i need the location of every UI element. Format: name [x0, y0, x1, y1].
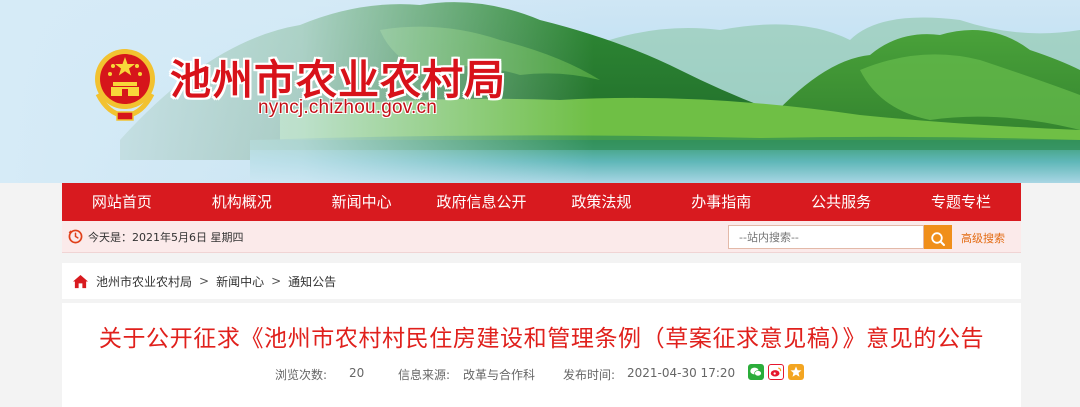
breadcrumb-separator: > [271, 274, 282, 288]
breadcrumb-item-home[interactable]: 池州市农业农村局 [96, 273, 192, 290]
source-value: 改革与合作科 [463, 368, 536, 382]
nav-item-news[interactable]: 新闻中心 [302, 183, 422, 221]
nav-item-organization[interactable]: 机构概况 [182, 183, 302, 221]
breadcrumb-item-news[interactable]: 新闻中心 [216, 273, 264, 290]
nav-item-public-service[interactable]: 公共服务 [781, 183, 901, 221]
publish-time-label: 发布时间: [563, 368, 616, 382]
weibo-icon[interactable] [768, 364, 784, 380]
nav-item-guide[interactable]: 办事指南 [661, 183, 781, 221]
main-nav: 网站首页 机构概况 新闻中心 政府信息公开 政策法规 办事指南 公共服务 专题专… [62, 183, 1021, 221]
breadcrumb: 池州市农业农村局 > 新闻中心 > 通知公告 [62, 263, 1021, 299]
clock-icon [68, 229, 83, 244]
views-label: 浏览次数: [275, 368, 328, 382]
article-container: 关于公开征求《池州市农村村民住房建设和管理条例（草案征求意见稿）》意见的公告 浏… [62, 303, 1021, 407]
views-count: 20 [349, 366, 365, 380]
advanced-search-link[interactable]: 高级搜索 [961, 230, 1005, 246]
source-label: 信息来源: [398, 368, 451, 382]
nav-item-gov-info[interactable]: 政府信息公开 [422, 183, 542, 221]
national-emblem-icon [95, 49, 155, 121]
search-button[interactable] [924, 225, 952, 249]
current-date: 今天是：2021年5月6日 星期四 [88, 231, 244, 244]
wechat-icon[interactable] [748, 364, 764, 380]
search-icon [931, 231, 945, 246]
publish-time-value: 2021-04-30 17:20 [627, 366, 736, 380]
site-domain: nyncj.chizhou.gov.cn [258, 97, 437, 118]
breadcrumb-item-notices[interactable]: 通知公告 [288, 273, 336, 290]
nav-item-home[interactable]: 网站首页 [62, 183, 182, 221]
star-icon[interactable] [788, 364, 804, 380]
landscape-background [0, 0, 1080, 183]
article-title: 关于公开征求《池州市农村村民住房建设和管理条例（草案征求意见稿）》意见的公告 [98, 326, 985, 352]
breadcrumb-separator: > [199, 274, 210, 288]
info-bar: 今天是：2021年5月6日 星期四 高级搜索 [62, 221, 1021, 253]
home-icon [73, 274, 88, 288]
site-search-input[interactable] [728, 225, 924, 249]
nav-item-topics[interactable]: 专题专栏 [901, 183, 1021, 221]
header-banner: 池州市农业农村局 nyncj.chizhou.gov.cn [0, 0, 1080, 183]
nav-item-policy[interactable]: 政策法规 [542, 183, 662, 221]
